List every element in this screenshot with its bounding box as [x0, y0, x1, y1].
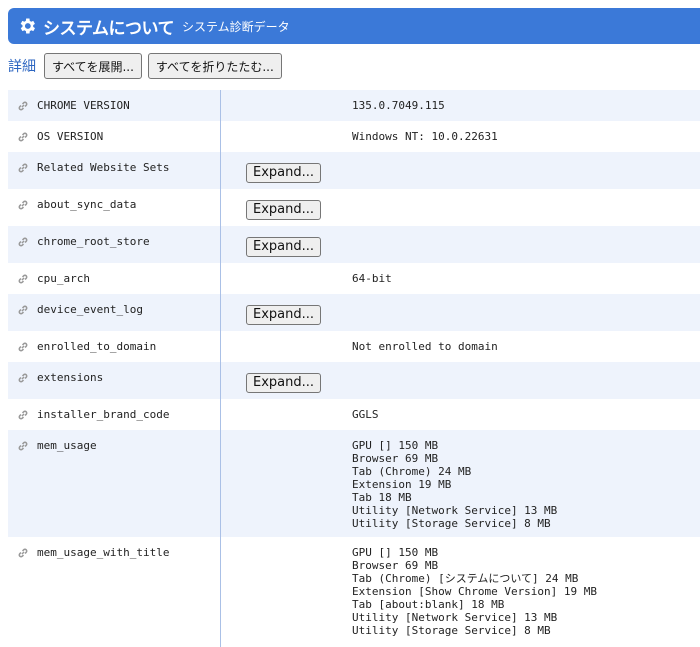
table-row: mem_usage GPU [] 150 MB Browser 69 MB Ta… — [8, 430, 700, 537]
row-value: Not enrolled to domain — [352, 340, 498, 353]
table-row: enrolled_to_domain Not enrolled to domai… — [8, 331, 700, 362]
row-key: device_event_log — [37, 303, 143, 316]
row-control-cell: Expand... — [220, 189, 345, 226]
row-value: GPU [] 150 MB Browser 69 MB Tab (Chrome)… — [352, 439, 558, 530]
row-value — [345, 226, 700, 263]
row-control-cell — [220, 90, 345, 121]
table-row: chrome_root_store Expand... — [8, 226, 700, 263]
row-key: enrolled_to_domain — [37, 340, 157, 353]
link-icon[interactable] — [17, 273, 29, 285]
expand-button[interactable]: Expand... — [246, 199, 322, 220]
link-icon[interactable] — [17, 341, 29, 353]
table-row: installer_brand_code GGLS — [8, 399, 700, 430]
table-row: mem_usage_with_title GPU [] 150 MB Brows… — [8, 537, 700, 647]
page-title: システムについて — [43, 18, 174, 39]
row-value — [345, 152, 700, 189]
row-key: OS VERSION — [37, 130, 104, 143]
link-icon[interactable] — [17, 440, 29, 452]
link-icon[interactable] — [17, 100, 29, 112]
row-value: 135.0.7049.115 — [352, 99, 445, 112]
link-icon[interactable] — [17, 199, 29, 211]
row-control-cell — [220, 263, 345, 294]
row-control-cell — [220, 399, 345, 430]
row-control-cell — [220, 537, 345, 647]
row-key: mem_usage_with_title — [37, 546, 170, 559]
row-key: Related Website Sets — [37, 161, 170, 174]
row-value — [345, 189, 700, 226]
page-subtitle: システム診断データ — [181, 19, 290, 34]
toolbar: 詳細 すべてを展開... すべてを折りたたむ... — [8, 52, 288, 80]
link-icon[interactable] — [17, 236, 29, 248]
row-control-cell: Expand... — [220, 152, 345, 189]
row-key: extensions — [37, 371, 104, 384]
row-control-cell — [220, 331, 345, 362]
expand-button[interactable]: Expand... — [246, 372, 322, 393]
table-row: about_sync_data Expand... — [8, 189, 700, 226]
table-row: Related Website Sets Expand... — [8, 152, 700, 189]
row-value: Windows NT: 10.0.22631 — [352, 130, 498, 143]
row-value: 64-bit — [352, 272, 392, 285]
row-control-cell — [220, 430, 345, 537]
row-control-cell — [220, 121, 345, 152]
table-row: OS VERSION Windows NT: 10.0.22631 — [8, 121, 700, 152]
link-icon[interactable] — [17, 547, 29, 559]
page-header: システムについて システム診断データ — [8, 8, 700, 44]
row-value: GPU [] 150 MB Browser 69 MB Tab (Chrome)… — [352, 546, 598, 637]
collapse-all-button[interactable]: すべてを折りたたむ... — [147, 53, 282, 79]
diagnostics-table: CHROME VERSION 135.0.7049.115 OS VERSION… — [8, 90, 700, 647]
expand-all-button[interactable]: すべてを展開... — [44, 53, 142, 79]
row-control-cell: Expand... — [220, 362, 345, 399]
details-label: 詳細 — [8, 59, 36, 75]
table-row: device_event_log Expand... — [8, 294, 700, 331]
table-row: extensions Expand... — [8, 362, 700, 399]
table-row: CHROME VERSION 135.0.7049.115 — [8, 90, 700, 121]
link-icon[interactable] — [17, 372, 29, 384]
link-icon[interactable] — [17, 409, 29, 421]
row-value — [345, 362, 700, 399]
expand-button[interactable]: Expand... — [246, 236, 322, 257]
row-key: CHROME VERSION — [37, 99, 130, 112]
row-value: GGLS — [352, 408, 379, 421]
row-key: installer_brand_code — [37, 408, 170, 421]
expand-button[interactable]: Expand... — [246, 162, 322, 183]
table-row: cpu_arch 64-bit — [8, 263, 700, 294]
link-icon[interactable] — [17, 131, 29, 143]
row-control-cell: Expand... — [220, 294, 345, 331]
expand-button[interactable]: Expand... — [246, 304, 322, 325]
row-key: cpu_arch — [37, 272, 90, 285]
row-key: mem_usage — [37, 439, 97, 452]
link-icon[interactable] — [17, 304, 29, 316]
gear-icon — [17, 16, 37, 36]
row-key: chrome_root_store — [37, 235, 150, 248]
link-icon[interactable] — [17, 162, 29, 174]
row-key: about_sync_data — [37, 198, 137, 211]
row-control-cell: Expand... — [220, 226, 345, 263]
row-value — [345, 294, 700, 331]
